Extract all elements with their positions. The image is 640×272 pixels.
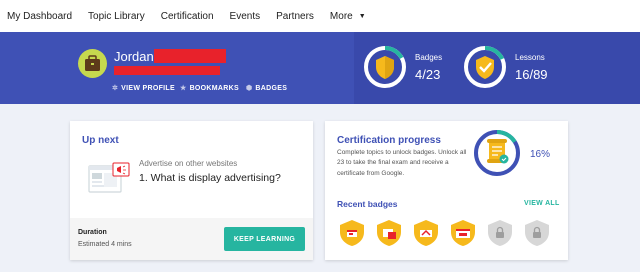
earned-badge-icon (377, 220, 401, 246)
redacted-name (154, 49, 226, 63)
duration-label: Duration (78, 229, 107, 236)
earned-badge-icon (451, 220, 475, 246)
up-next-footer: Duration Estimated 4 mins KEEP LEARNING (70, 218, 313, 260)
badges-stat-label: Badges (415, 52, 443, 62)
nav-topic-library[interactable]: Topic Library (88, 11, 145, 22)
nav-partners[interactable]: Partners (276, 11, 314, 22)
lessons-progress-ring (462, 44, 508, 90)
lessons-stat[interactable]: Lessons 16/89 (462, 44, 548, 90)
avatar[interactable] (78, 49, 107, 78)
lesson-title[interactable]: 1. What is display advertising? (139, 172, 281, 184)
caret-down-icon: ▼ (358, 12, 366, 20)
shield-icon (376, 56, 394, 79)
lock-icon (525, 220, 549, 246)
view-profile-link[interactable]: ✲ VIEW PROFILE (112, 84, 175, 93)
briefcase-icon (85, 55, 100, 71)
badge-earned-3[interactable] (413, 219, 439, 247)
star-icon: ★ (180, 85, 187, 92)
badges-progress-ring (362, 44, 408, 90)
redacted-email (114, 66, 220, 75)
earned-badge-icon (340, 220, 364, 246)
certification-title: Certification progress (337, 135, 441, 146)
nav-certification[interactable]: Certification (161, 11, 214, 22)
nav-my-dashboard[interactable]: My Dashboard (7, 11, 72, 22)
lessons-stat-value: 16/89 (515, 66, 548, 82)
lesson-category: Advertise on other websites (139, 159, 238, 168)
shield-icon: ⬢ (246, 85, 253, 92)
badge-earned-2[interactable] (376, 219, 402, 247)
keep-learning-button[interactable]: KEEP LEARNING (224, 227, 305, 251)
badges-stat-value: 4/23 (415, 66, 441, 82)
earned-badge-icon (414, 220, 438, 246)
certification-description: Complete topics to unlock badges. Unlock… (337, 149, 467, 177)
nav-events[interactable]: Events (230, 11, 261, 22)
user-name: Jordan (114, 49, 154, 64)
nav-more-label: More (329, 10, 353, 22)
badge-earned-4[interactable] (450, 219, 476, 247)
lessons-stat-label: Lessons (515, 52, 545, 62)
display-ad-icon (88, 162, 130, 193)
checkmark-icon (476, 56, 494, 79)
bookmarks-label: BOOKMARKS (189, 84, 239, 92)
profile-banner: Jordan ✲ VIEW PROFILE ★ BOOKMARKS ⬢ BADG… (0, 32, 640, 104)
up-next-card: Up next Duration Estimated 4 mins KEEP L… (70, 121, 313, 260)
certificate-progress-ring (473, 129, 521, 177)
up-next-title: Up next (82, 135, 119, 146)
view-all-link[interactable]: VIEW ALL (524, 200, 560, 207)
view-profile-label: VIEW PROFILE (121, 84, 175, 92)
badges-label: BADGES (255, 84, 288, 92)
duration-value: Estimated 4 mins (78, 241, 132, 248)
badges-link[interactable]: ⬢ BADGES (246, 84, 288, 93)
badge-locked-1[interactable] (487, 219, 513, 247)
recent-badges-title: Recent badges (337, 199, 398, 209)
badge-locked-2[interactable] (524, 219, 550, 247)
lock-icon (488, 220, 512, 246)
certification-percent: 16% (530, 149, 551, 160)
bookmarks-link[interactable]: ★ BOOKMARKS (180, 84, 239, 93)
top-navigation: My Dashboard Topic Library Certification… (0, 0, 640, 32)
nav-more[interactable]: More ▼ (330, 11, 366, 22)
certification-card: Certification progress Complete topics t… (325, 121, 568, 260)
gear-icon: ✲ (112, 85, 119, 92)
badges-stat[interactable]: Badges 4/23 (362, 44, 442, 90)
badge-earned-1[interactable] (339, 219, 365, 247)
